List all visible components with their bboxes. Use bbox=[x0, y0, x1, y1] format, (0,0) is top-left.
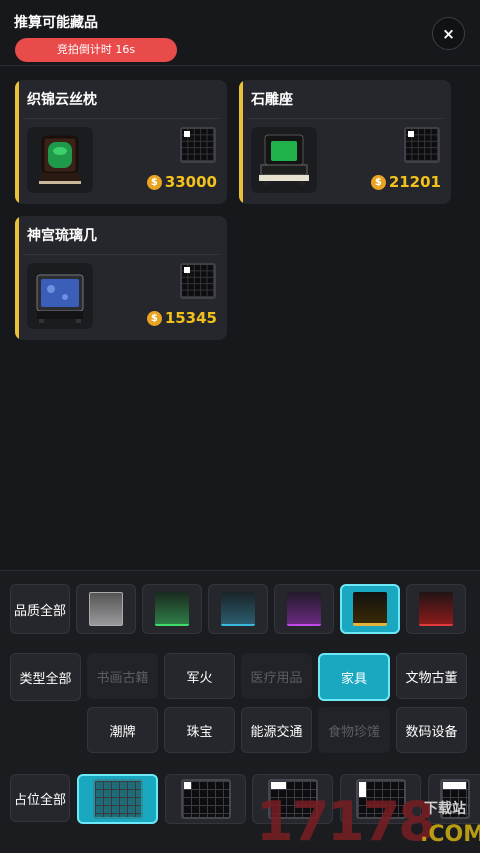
item-name: 石雕座 bbox=[251, 92, 293, 108]
quality-red-button[interactable] bbox=[406, 584, 466, 634]
header: 推算可能藏品 竞拍倒计时 16s × bbox=[0, 0, 480, 66]
page-title: 推算可能藏品 bbox=[14, 15, 98, 31]
quality-purple-icon bbox=[287, 592, 321, 626]
quality-gold-button[interactable] bbox=[340, 584, 400, 634]
quality-red-icon bbox=[419, 592, 453, 626]
quality-all-button[interactable]: 品质全部 bbox=[10, 584, 70, 634]
price-value: 21201 bbox=[388, 173, 441, 191]
slot-size-icon bbox=[180, 263, 216, 299]
type-digital-button[interactable]: 数码设备 bbox=[396, 707, 467, 753]
quality-white-button[interactable] bbox=[76, 584, 136, 634]
type-books-button[interactable]: 书画古籍 bbox=[87, 653, 158, 699]
card-divider bbox=[23, 254, 219, 255]
quality-green-button[interactable] bbox=[142, 584, 202, 634]
watermark-domain: .COM bbox=[420, 822, 480, 847]
type-jewelry-button[interactable]: 珠宝 bbox=[164, 707, 235, 753]
type-food-button[interactable]: 食物珍馐 bbox=[318, 707, 390, 753]
slot-size-1-button[interactable] bbox=[77, 774, 158, 824]
coin-icon: $ bbox=[146, 310, 162, 326]
quality-gold-icon bbox=[353, 592, 387, 626]
slot-grid-icon bbox=[92, 779, 143, 819]
coin-icon: $ bbox=[370, 174, 386, 190]
coin-icon: $ bbox=[146, 174, 162, 190]
quality-green-icon bbox=[155, 592, 189, 626]
type-all-button[interactable]: 类型全部 bbox=[10, 653, 81, 701]
quality-white-icon bbox=[89, 592, 123, 626]
item-thumbnail bbox=[27, 127, 93, 193]
quality-blue-button[interactable] bbox=[208, 584, 268, 634]
type-fashion-button[interactable]: 潮牌 bbox=[87, 707, 158, 753]
price-value: 33000 bbox=[164, 173, 217, 191]
close-icon: × bbox=[442, 24, 455, 43]
item-card[interactable]: 织锦云丝枕 $ 33000 bbox=[15, 80, 227, 204]
type-furniture-button[interactable]: 家具 bbox=[318, 653, 390, 701]
item-price: $ 21201 bbox=[370, 173, 441, 191]
close-button[interactable]: × bbox=[432, 17, 465, 50]
type-antiques-button[interactable]: 文物古董 bbox=[396, 653, 467, 699]
slot-grid-icon bbox=[180, 779, 231, 819]
item-price: $ 15345 bbox=[146, 309, 217, 327]
slot-size-2-button[interactable] bbox=[165, 774, 246, 824]
price-value: 15345 bbox=[164, 309, 217, 327]
slot-all-button[interactable]: 占位全部 bbox=[10, 774, 70, 822]
type-energy-button[interactable]: 能源交通 bbox=[241, 707, 312, 753]
item-name: 神宫琉璃几 bbox=[27, 228, 97, 244]
slot-size-icon bbox=[180, 127, 216, 163]
slot-size-icon bbox=[404, 127, 440, 163]
type-arms-button[interactable]: 军火 bbox=[164, 653, 235, 699]
auction-countdown-badge: 竞拍倒计时 16s bbox=[15, 38, 177, 62]
item-name: 织锦云丝枕 bbox=[27, 92, 97, 108]
watermark-logo: 17178 bbox=[256, 790, 436, 853]
item-price: $ 33000 bbox=[146, 173, 217, 191]
quality-purple-button[interactable] bbox=[274, 584, 334, 634]
quality-blue-icon bbox=[221, 592, 255, 626]
item-card[interactable]: 石雕座 $ 21201 bbox=[239, 80, 451, 204]
card-divider bbox=[247, 118, 443, 119]
watermark-site: 下载站 bbox=[424, 801, 466, 817]
card-divider bbox=[23, 118, 219, 119]
type-medical-button[interactable]: 医疗用品 bbox=[241, 653, 312, 699]
item-thumbnail bbox=[251, 127, 317, 193]
item-thumbnail bbox=[27, 263, 93, 329]
item-card[interactable]: 神宫琉璃几 $ 15345 bbox=[15, 216, 227, 340]
